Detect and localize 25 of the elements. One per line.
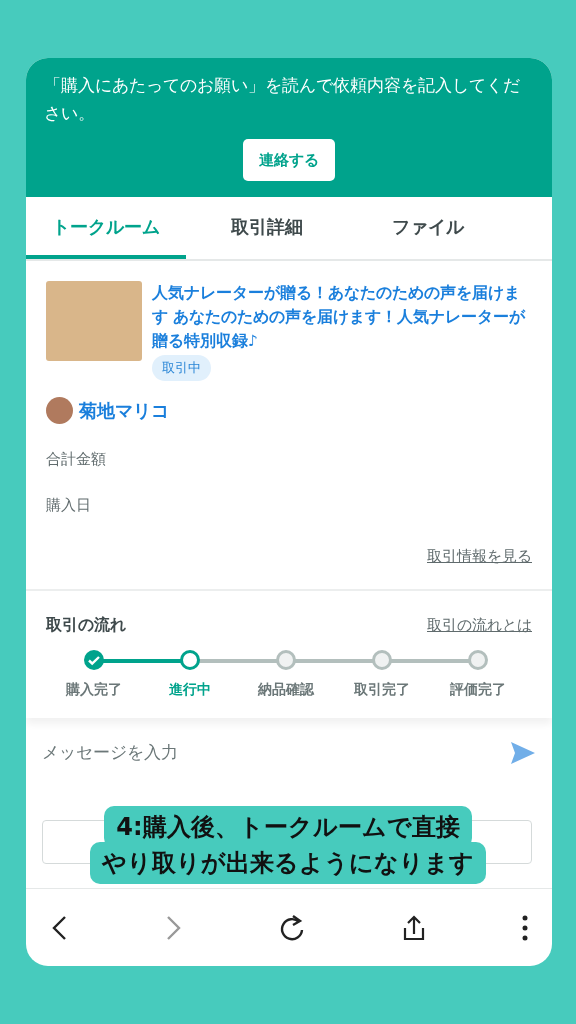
forward-icon[interactable] (164, 914, 183, 941)
message-input[interactable]: メッセージを入力 (42, 740, 422, 766)
tab[interactable]: 取引詳細 (187, 197, 347, 259)
avatar (46, 396, 73, 424)
field-label: 合計金額 (46, 448, 107, 470)
step-label: 納品確認 (258, 680, 314, 699)
back-icon[interactable] (50, 914, 68, 941)
step-label: 購入完了 (66, 680, 122, 699)
reload-icon[interactable] (279, 913, 305, 942)
product-title-link[interactable]: 人気ナレーターが贈る！あなたのための声を届けます あなたのための声を届けます！人気ナレーターが贈る特別収録♪ (152, 281, 532, 353)
flow-info-link[interactable]: 取引の流れとは (427, 613, 532, 637)
field-label: 購入日 (46, 495, 92, 516)
contact-button[interactable]: 連絡する (243, 139, 335, 181)
more-icon[interactable] (522, 914, 528, 941)
tab[interactable]: トークルーム (26, 197, 186, 259)
flow-title: 取引の流れ (46, 614, 126, 636)
transaction-info-link[interactable]: 取引情報を見る (427, 544, 532, 567)
seller-name-link[interactable]: 菊地マリコ (79, 396, 169, 424)
step-label: 進行中 (169, 680, 211, 699)
status-badge: 取引中 (152, 355, 211, 381)
step-label: 取引完了 (354, 680, 410, 699)
notice-text: 「購入にあたってのお願い」を読んで依頼内容を記入してください。 (44, 74, 521, 125)
tab[interactable]: ファイル (348, 197, 508, 259)
share-icon[interactable] (401, 913, 426, 942)
step-label: 評価完了 (450, 680, 506, 699)
